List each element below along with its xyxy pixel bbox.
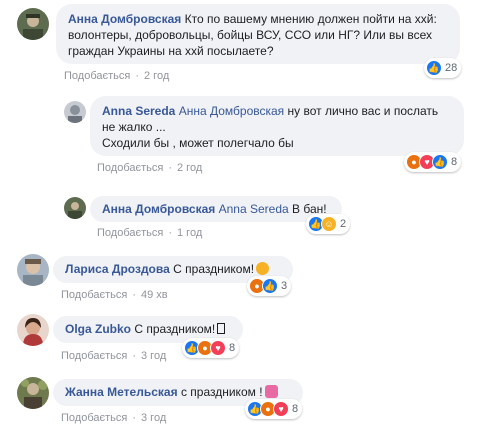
like-link[interactable]: Подобається	[97, 227, 163, 239]
comment-author[interactable]: Olga Zubko	[65, 322, 131, 336]
like-icon: 👍	[426, 60, 442, 76]
avatar[interactable]	[64, 101, 86, 123]
avatar[interactable]	[17, 314, 49, 346]
reactions-summary[interactable]: 👍 ● ♥ 8	[245, 399, 303, 419]
comment-author[interactable]: Anna Sereda	[102, 104, 175, 118]
timestamp[interactable]: 3 год	[141, 350, 166, 362]
reaction-count: 2	[340, 218, 347, 230]
avatar[interactable]	[64, 197, 86, 219]
like-icon: 👍	[262, 278, 278, 294]
dot-separator: ·	[132, 289, 136, 301]
comment-author[interactable]: Лариса Дроздова	[65, 262, 170, 276]
like-icon: 👍	[432, 154, 448, 170]
mention-link[interactable]: Анна Домбровская	[179, 104, 284, 118]
comment-text: Сходили бы , может полегчало бы	[102, 136, 294, 150]
mention-link[interactable]: Anna Sereda	[219, 202, 289, 216]
reaction-count: 8	[229, 342, 236, 354]
timestamp[interactable]: 1 год	[177, 227, 202, 239]
comment-author[interactable]: Анна Домбровская	[102, 202, 215, 216]
dot-separator: ·	[132, 412, 136, 424]
timestamp[interactable]: 49 хв	[141, 289, 168, 301]
comment-meta: Подобається · 49 хв	[61, 289, 168, 301]
avatar[interactable]	[17, 254, 49, 286]
reactions-summary[interactable]: ● ♥ 👍 8	[404, 152, 462, 172]
dot-separator: ·	[135, 70, 139, 82]
comment-text: с праздником !	[180, 385, 263, 399]
like-link[interactable]: Подобається	[97, 162, 163, 174]
reactions-summary[interactable]: 👍 ● ♥ 8	[182, 338, 240, 358]
reaction-count: 3	[281, 280, 288, 292]
love-icon: ♥	[210, 340, 226, 356]
timestamp[interactable]: 2 год	[144, 70, 169, 82]
timestamp[interactable]: 2 год	[177, 162, 202, 174]
flower-bouquet-emoji	[264, 385, 278, 398]
love-icon: ♥	[273, 401, 289, 417]
comment-text: С праздником!	[134, 322, 216, 336]
comment-meta: Подобається · 2 год	[97, 162, 202, 174]
like-link[interactable]: Подобається	[64, 70, 130, 82]
comment-author[interactable]: Жанна Метельская	[65, 385, 178, 399]
like-link[interactable]: Подобається	[61, 350, 127, 362]
reaction-count: 8	[292, 403, 299, 415]
comment-meta: Подобається · 3 год	[61, 350, 166, 362]
avatar[interactable]	[17, 8, 49, 40]
missing-glyph-icon	[217, 323, 226, 334]
comment-author[interactable]: Анна Домбровская	[68, 12, 181, 26]
timestamp[interactable]: 3 год	[141, 412, 166, 424]
reply-bubble: Анна Домбровская Anna Sereda В бан!	[90, 196, 342, 222]
comment-text: С праздником!	[173, 262, 255, 276]
reaction-count: 8	[451, 156, 458, 168]
reactions-summary[interactable]: 👍 28	[424, 58, 462, 78]
comment-meta: Подобається · 1 год	[97, 227, 202, 239]
comment-bubble: Анна Домбровская Кто по вашему мнению до…	[56, 4, 460, 64]
avatar[interactable]	[17, 377, 49, 409]
reactions-summary[interactable]: ● 👍 3	[247, 276, 292, 296]
reaction-count: 28	[445, 62, 458, 74]
reply-bubble: Anna Sereda Анна Домбровская ну вот личн…	[90, 96, 464, 156]
comment-meta: Подобається · 2 год	[64, 70, 169, 82]
party-face-emoji	[256, 262, 270, 275]
dot-separator: ·	[168, 227, 172, 239]
comment-meta: Подобається · 3 год	[61, 412, 166, 424]
haha-icon: ☺	[321, 216, 337, 232]
like-link[interactable]: Подобається	[61, 289, 127, 301]
reactions-summary[interactable]: 👍 ☺ 2	[306, 214, 351, 234]
dot-separator: ·	[132, 350, 136, 362]
dot-separator: ·	[168, 162, 172, 174]
like-link[interactable]: Подобається	[61, 412, 127, 424]
